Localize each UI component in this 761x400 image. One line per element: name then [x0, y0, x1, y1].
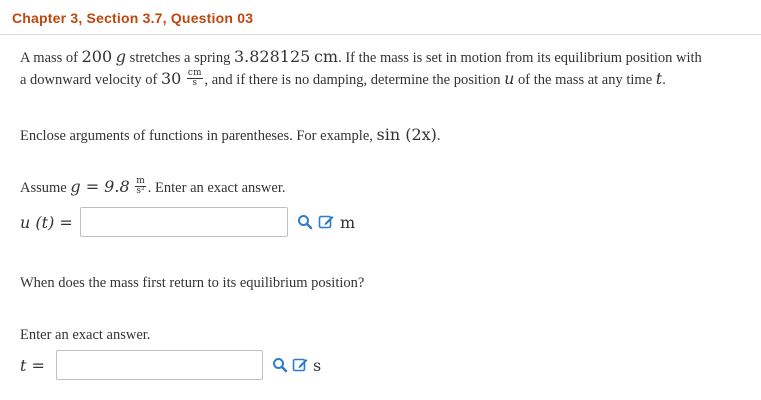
velocity-unit-fraction: cm s — [186, 68, 203, 89]
instruction2-text: Enter an exact answer. — [20, 327, 151, 343]
search-icon[interactable] — [297, 214, 313, 230]
problem-line-2: a downward velocity of 30 cm s, and if th… — [20, 68, 666, 89]
answer2-unit: s — [313, 356, 322, 375]
gravity-unit-fraction: m s² — [135, 176, 146, 197]
position-answer-input[interactable] — [80, 207, 288, 237]
question2-text: When does the mass first return to its e… — [20, 275, 365, 291]
chapter-title: Chapter 3, Section 3.7, Question 03 — [12, 10, 254, 26]
time-answer-input[interactable] — [56, 350, 263, 380]
header-divider — [0, 34, 761, 35]
answer1-label: u (t) = — [20, 213, 73, 232]
instruction-text: Enclose arguments of functions in parent… — [20, 125, 441, 144]
problem-line-1: A mass of 200 g stretches a spring 3.828… — [20, 47, 702, 66]
assume-text: Assume g = 9.8 m s². Enter an exact answe… — [20, 176, 286, 197]
edit-icon[interactable] — [292, 356, 309, 373]
answer2-label: t = — [20, 356, 45, 375]
answer1-unit: m — [340, 213, 356, 232]
edit-icon[interactable] — [318, 213, 335, 230]
search-icon[interactable] — [272, 357, 288, 373]
